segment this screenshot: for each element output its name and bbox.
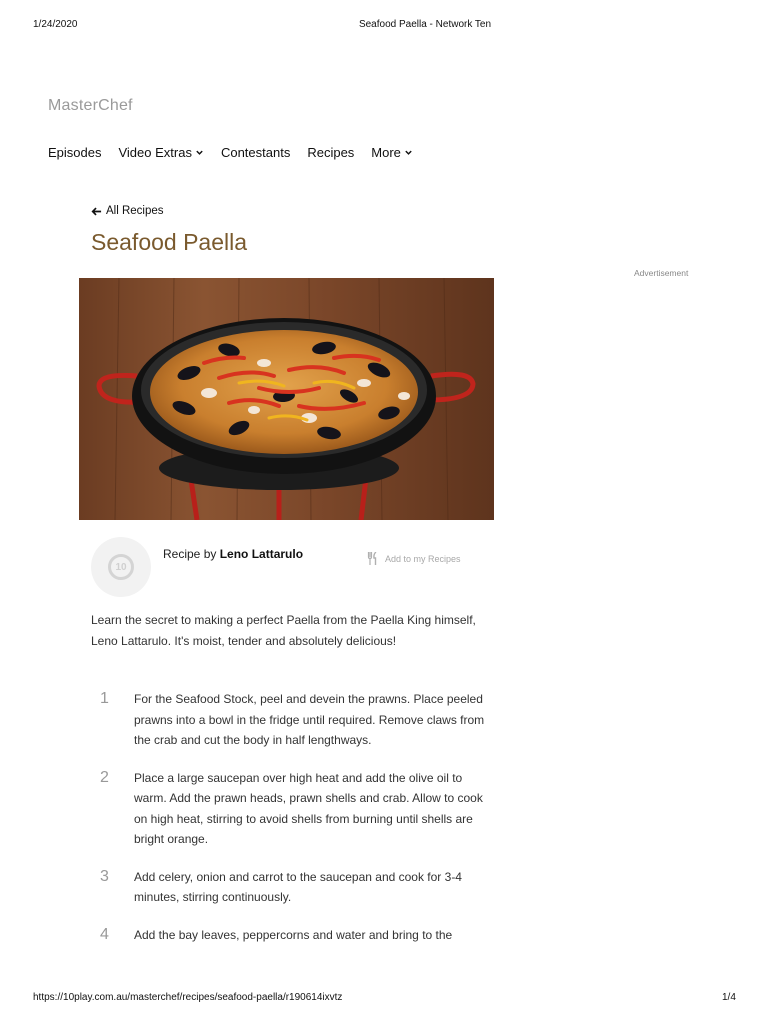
- print-header: 1/24/2020 Seafood Paella - Network Ten: [0, 19, 768, 33]
- nav-item-video-extras[interactable]: Video Extras: [118, 145, 203, 160]
- method-steps: 1 For the Seafood Stock, peel and devein…: [91, 689, 491, 962]
- author-name[interactable]: Leno Lattarulo: [220, 547, 303, 561]
- nav-item-label: Recipes: [307, 145, 355, 160]
- print-title: Seafood Paella - Network Ten: [358, 19, 492, 30]
- nav-item-episodes[interactable]: Episodes: [48, 145, 101, 160]
- step-number: 3: [100, 867, 109, 885]
- nav-item-label: Video Extras: [118, 145, 192, 160]
- step-text: Place a large saucepan over high heat an…: [134, 770, 483, 847]
- paella-photo: [79, 278, 494, 520]
- advertisement-label: Advertisement: [634, 268, 689, 278]
- print-footer: https://10play.com.au/masterchef/recipes…: [0, 992, 768, 1006]
- method-step: 1 For the Seafood Stock, peel and devein…: [91, 689, 491, 751]
- recipe-intro: Learn the secret to making a perfect Pae…: [91, 613, 476, 648]
- arrow-left-icon: [91, 206, 102, 216]
- recipe-hero-image: [79, 278, 494, 520]
- back-to-all-recipes-link[interactable]: All Recipes: [91, 205, 164, 217]
- nav-item-label: More: [371, 145, 401, 160]
- step-number: 1: [100, 690, 109, 707]
- step-text: Add the bay leaves, peppercorns and wate…: [134, 927, 453, 942]
- nav-item-label: Episodes: [48, 145, 102, 160]
- nav-item-label: Contestants: [220, 145, 291, 160]
- chevron-down-icon: [405, 150, 412, 155]
- site-logo[interactable]: MasterChef: [48, 97, 133, 115]
- step-number: 4: [100, 925, 109, 943]
- add-to-my-recipes-button[interactable]: Add to my Recipes: [367, 552, 461, 565]
- nav-item-more[interactable]: More: [371, 145, 413, 160]
- method-step: 3 Add celery, onion and carrot to the sa…: [91, 867, 491, 908]
- print-url: https://10play.com.au/masterchef/recipes…: [33, 992, 343, 1003]
- chevron-down-icon: [196, 150, 203, 155]
- step-text: For the Seafood Stock, peel and devein t…: [134, 692, 485, 747]
- recipe-author: 10 Recipe by Leno Lattarulo Add to my Re…: [91, 537, 494, 597]
- page-title: Seafood Paella: [91, 229, 248, 255]
- step-number: 2: [100, 768, 109, 786]
- print-page-number: 1/4: [722, 992, 736, 1003]
- method-step: 4 Add the bay leaves, peppercorns and wa…: [91, 925, 491, 946]
- back-link-label: All Recipes: [106, 205, 164, 217]
- avatar: 10: [91, 537, 151, 597]
- method-step: 2 Place a large saucepan over high heat …: [91, 768, 491, 850]
- recipe-by-prefix: Recipe by: [163, 547, 217, 561]
- step-text: Add celery, onion and carrot to the sauc…: [134, 869, 462, 905]
- main-nav: Episodes Video Extras Contestants Recipe…: [48, 145, 430, 160]
- add-to-my-recipes-label: Add to my Recipes: [385, 553, 461, 564]
- fork-knife-icon: [367, 552, 377, 565]
- network-ten-logo-icon: 10: [108, 554, 134, 580]
- nav-item-contestants[interactable]: Contestants: [221, 145, 290, 160]
- nav-item-recipes[interactable]: Recipes: [307, 145, 354, 160]
- recipe-by-line: Recipe by Leno Lattarulo: [163, 547, 303, 561]
